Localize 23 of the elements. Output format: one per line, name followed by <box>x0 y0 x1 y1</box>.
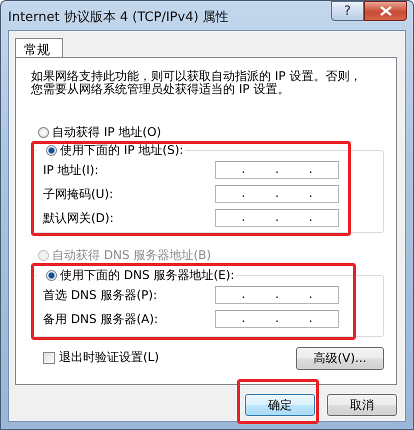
field-label: 默认网关(D): <box>43 210 114 226</box>
description-text: 如果网络支持此功能，则可以获取自动指派的 IP 设置。否则，您需要从网络系统管理员处获得适当的 IP 设置。 <box>31 70 362 96</box>
ip-address-field[interactable]: . . . <box>215 310 339 328</box>
ip-address-field[interactable]: . . . <box>215 185 339 203</box>
advanced-button[interactable]: 高级(V)... <box>296 347 384 370</box>
tab[interactable]: 常规 <box>15 38 63 58</box>
window-title: Internet 协议版本 4 (TCP/IPv4) 属性 <box>8 9 229 26</box>
ok-button[interactable]: 确定 <box>245 394 315 416</box>
ip-address-field[interactable]: . . . <box>215 161 339 179</box>
field-label: 首选 DNS 服务器(P): <box>43 286 158 304</box>
close-icon <box>380 6 392 16</box>
auto-ip-radio[interactable]: 自动获得 IP 地址(O) <box>38 124 384 140</box>
manual-ip-radio[interactable]: 使用下面的 IP 地址(S): <box>46 142 184 158</box>
field-label: 子网掩码(U): <box>43 186 114 202</box>
field-label: 备用 DNS 服务器(A): <box>43 310 158 328</box>
field-label: IP 地址(I): <box>43 162 99 178</box>
cancel-button[interactable]: 取消 <box>327 394 397 416</box>
help-button[interactable]: ? <box>331 1 364 21</box>
validate-checkbox[interactable]: 退出时验证设置(L) <box>43 349 160 366</box>
ip-address-field[interactable]: . . . <box>215 286 339 304</box>
manual-dns-radio[interactable]: 使用下面的 DNS 服务器地址(E): <box>46 267 234 283</box>
ip-address-field[interactable]: . . . <box>215 209 339 227</box>
close-button[interactable] <box>364 1 407 21</box>
